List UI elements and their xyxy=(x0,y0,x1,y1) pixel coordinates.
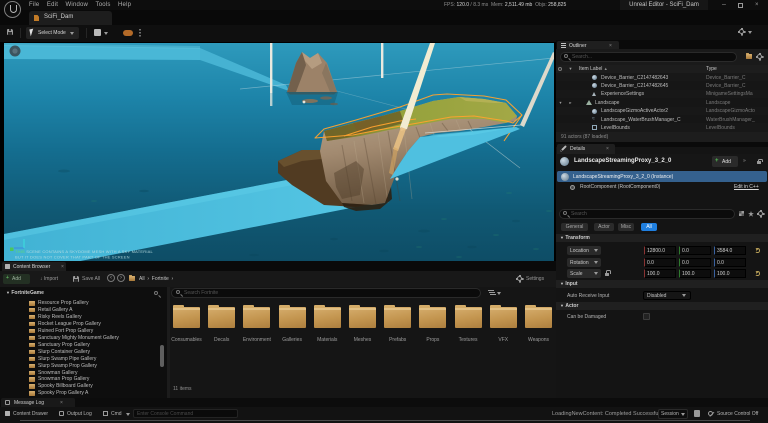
svg-text:THIS SCENE CONTAINS A SKYDOME: THIS SCENE CONTAINS A SKYDOME MESH WITH … xyxy=(15,249,154,254)
svg-text:BUT IT DOES NOT COVER THAT PAR: BUT IT DOES NOT COVER THAT PART OF THE S… xyxy=(15,255,130,260)
